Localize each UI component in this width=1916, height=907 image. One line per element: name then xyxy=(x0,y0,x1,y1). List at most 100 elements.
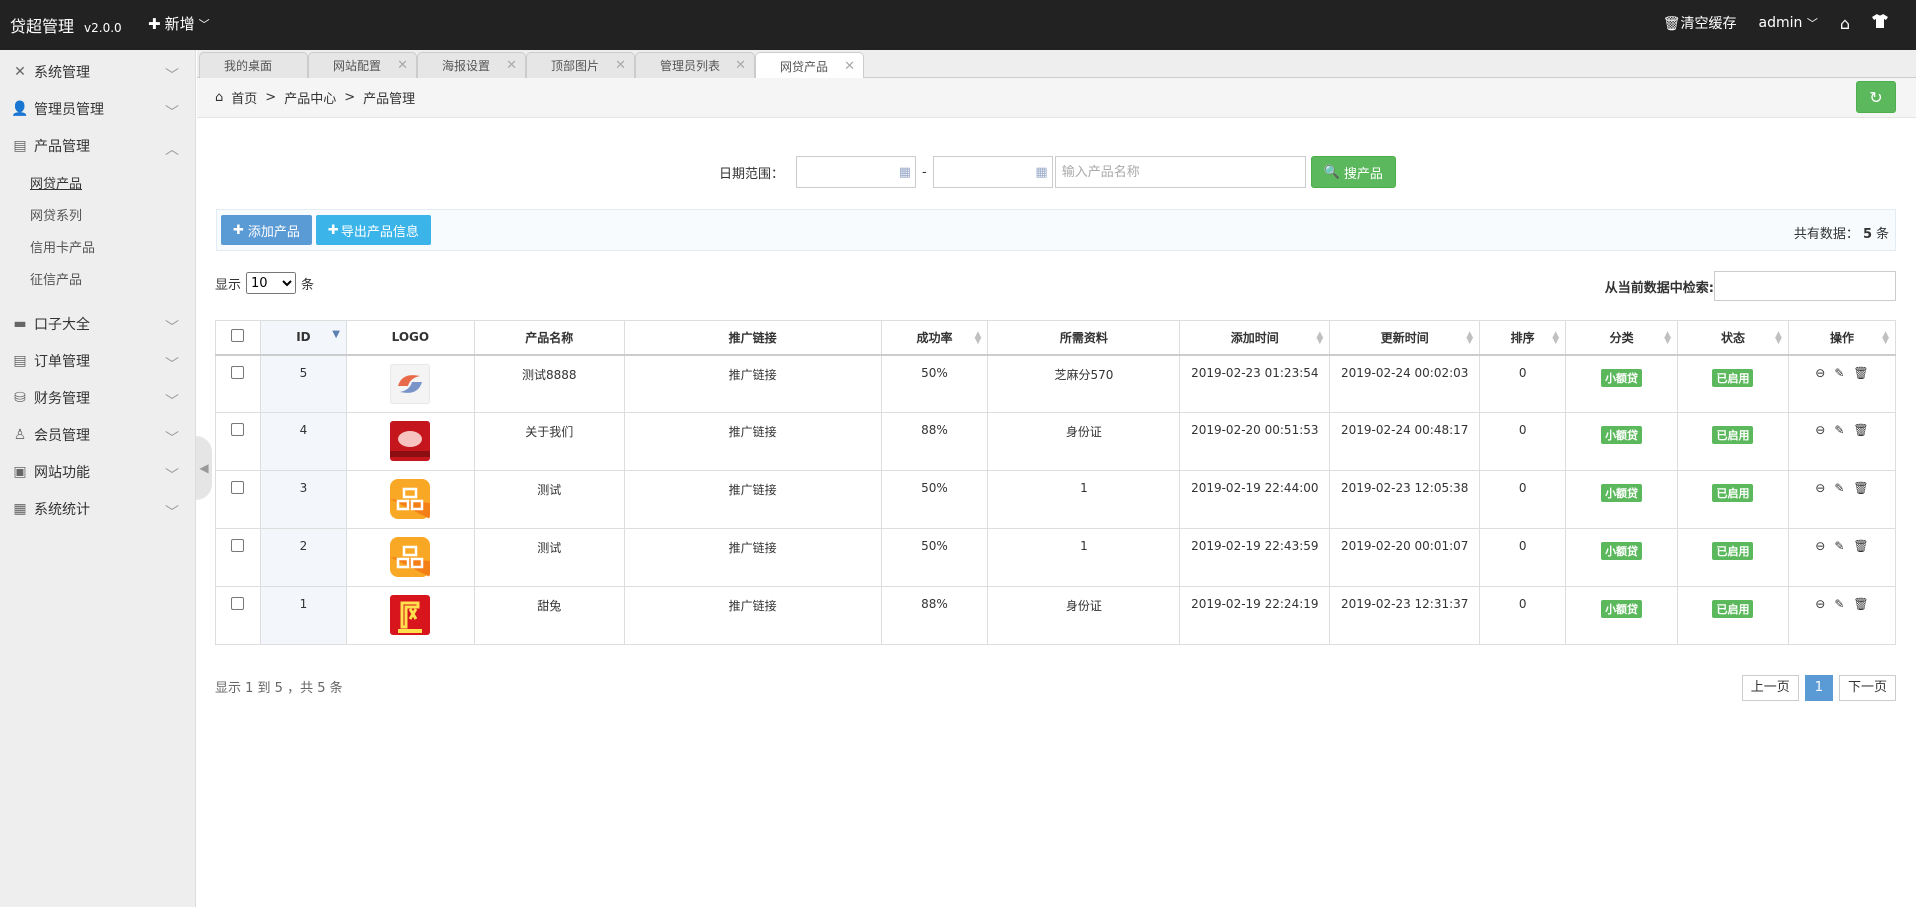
column-header-status[interactable]: 状态 ▲ ▼ xyxy=(1677,320,1789,356)
next-page-button[interactable]: 下一页 xyxy=(1838,675,1896,701)
row-checkbox[interactable] xyxy=(231,481,245,494)
submenu-item-loan-series[interactable]: 网贷系列 xyxy=(0,201,195,233)
close-icon[interactable]: ✕ xyxy=(735,58,746,73)
disable-icon[interactable]: ⊖ xyxy=(1815,597,1825,611)
column-header-id[interactable]: ID ▼ xyxy=(259,320,347,356)
order-icon: ▤ xyxy=(13,352,27,369)
disable-icon[interactable]: ⊖ xyxy=(1815,481,1825,495)
tab-online-loans[interactable]: 网贷产品 ✕ xyxy=(755,52,864,79)
status-badge[interactable]: 已启用 xyxy=(1712,600,1754,618)
table-row[interactable]: 2 测试 推广链接 50% 1 2019-02-19 22:43:59 2019-02-20… xyxy=(215,528,1897,587)
table-row[interactable]: 5 测试8888 推广链接 50% 芝麻分570 2019-02-23 01:23:54 2… xyxy=(215,354,1897,413)
column-header-added[interactable]: 添加时间 ▲ ▼ xyxy=(1179,320,1331,356)
cell-name: 测试8888 xyxy=(473,354,625,413)
cell-link[interactable]: 推广链接 xyxy=(623,528,882,587)
tab-admin-list[interactable]: 管理员列表 ✕ xyxy=(635,52,755,78)
status-badge[interactable]: 已启用 xyxy=(1712,484,1754,502)
cell-id: 4 xyxy=(259,412,347,471)
row-checkbox[interactable] xyxy=(231,423,245,436)
search-product-button[interactable]: 🔍 搜产品 xyxy=(1310,156,1396,188)
prev-page-button[interactable]: 上一页 xyxy=(1741,675,1799,701)
row-checkbox[interactable] xyxy=(231,597,245,610)
cell-link[interactable]: 推广链接 xyxy=(623,354,882,413)
new-menu-button[interactable]: ✚ 新增 ﹀ xyxy=(148,13,210,34)
close-icon[interactable]: ✕ xyxy=(615,58,626,73)
sidebar-item-finance[interactable]: ⛁ 财务管理 ﹀ xyxy=(0,379,195,416)
table-row[interactable]: 3 测试 推广链接 50% 1 2019-02-19 22:44:00 2019-02-23… xyxy=(215,470,1897,529)
status-badge[interactable]: 已启用 xyxy=(1712,368,1754,387)
row-checkbox[interactable] xyxy=(231,365,245,379)
table-row[interactable]: 1 甜兔 推广链接 88% 身份证 2019-02-19 22:24:19 2019-02-… xyxy=(215,586,1897,645)
column-header-updated[interactable]: 更新时间 ▲ ▼ xyxy=(1329,320,1481,356)
table-row[interactable]: 4 关于我们 推广链接 88% 身份证 2019-02-20 00:51:53 2019-0… xyxy=(215,412,1897,471)
submenu-item-credit-report[interactable]: 征信产品 xyxy=(0,265,195,297)
close-icon[interactable]: ✕ xyxy=(506,58,517,73)
close-icon[interactable]: ✕ xyxy=(397,58,408,73)
sidebar-item-stats[interactable]: ▦ 系统统计 ﹀ xyxy=(0,490,195,527)
clear-cache-button[interactable]: 🗑清空缓存 xyxy=(1663,13,1737,33)
submenu-item-credit-card[interactable]: 信用卡产品 xyxy=(0,233,195,265)
home-icon[interactable]: ⌂ xyxy=(1840,14,1850,33)
sidebar-item-site[interactable]: ▣ 网站功能 ﹀ xyxy=(0,453,195,490)
delete-icon[interactable]: 🗑 xyxy=(1853,597,1868,611)
cell-actions: ⊖ ✎ 🗑 xyxy=(1787,470,1897,529)
disable-icon[interactable]: ⊖ xyxy=(1815,423,1825,437)
tab-poster[interactable]: 海报设置 ✕ xyxy=(417,52,526,78)
cell-link[interactable]: 推广链接 xyxy=(623,470,882,529)
sidebar-collapse-handle[interactable]: ◀ xyxy=(196,436,212,500)
edit-icon[interactable]: ✎ xyxy=(1834,481,1844,495)
table-filter: 从当前数据中检索: xyxy=(1605,271,1896,301)
status-badge[interactable]: 已启用 xyxy=(1712,542,1754,560)
sidebar-item-members[interactable]: ♙ 会员管理 ﹀ xyxy=(0,416,195,453)
edit-icon[interactable]: ✎ xyxy=(1834,423,1844,437)
close-icon[interactable]: ✕ xyxy=(844,59,855,74)
column-header-rate[interactable]: 成功率 ▲ ▼ xyxy=(880,320,989,356)
delete-icon[interactable]: 🗑 xyxy=(1853,539,1868,553)
delete-icon[interactable]: 🗑 xyxy=(1853,481,1868,495)
edit-icon[interactable]: ✎ xyxy=(1834,597,1844,611)
submenu-item-online-loans[interactable]: 网贷产品 xyxy=(0,169,195,201)
page-length-select[interactable]: 10 xyxy=(246,272,297,294)
user-menu[interactable]: admin ﹀ xyxy=(1759,15,1818,31)
edit-icon[interactable]: ✎ xyxy=(1834,366,1844,380)
sidebar-item-system[interactable]: ✕ 系统管理 ﹀ xyxy=(0,53,195,90)
column-header-category[interactable]: 分类 ▲ ▼ xyxy=(1565,320,1679,356)
cell-docs: 芝麻分570 xyxy=(987,354,1181,413)
cell-link[interactable]: 推广链接 xyxy=(623,412,882,471)
disable-icon[interactable]: ⊖ xyxy=(1815,366,1825,380)
status-badge[interactable]: 已启用 xyxy=(1712,426,1754,444)
sidebar-item-orders[interactable]: ▤ 订单管理 ﹀ xyxy=(0,342,195,379)
cell-status: 已启用 xyxy=(1677,528,1789,587)
export-product-button[interactable]: ✚ 导出产品信息 xyxy=(315,215,431,245)
delete-icon[interactable]: 🗑 xyxy=(1853,423,1868,437)
brand[interactable]: 贷超管理 v2.0.0 xyxy=(10,13,122,37)
sidebar-item-koubao[interactable]: ▬ 口子大全 ﹀ xyxy=(0,305,195,342)
shirt-icon[interactable] xyxy=(1872,14,1888,32)
table-info: 显示 1 到 5 ，共 5 条 xyxy=(215,681,343,696)
breadcrumb-separator: > xyxy=(344,90,356,105)
tab-top-image[interactable]: 顶部图片 ✕ xyxy=(526,52,635,78)
breadcrumb-home[interactable]: 首页 xyxy=(231,88,257,107)
breadcrumb-level1[interactable]: 产品中心 xyxy=(284,88,336,107)
add-product-button[interactable]: ✚ 添加产品 xyxy=(221,215,312,245)
cell-link[interactable]: 推广链接 xyxy=(623,586,882,645)
sidebar-item-products[interactable]: ▤ 产品管理 ︿ xyxy=(0,127,195,164)
filter-input[interactable] xyxy=(1714,271,1896,301)
tab-site-config[interactable]: 网站配置 ✕ xyxy=(308,52,417,78)
refresh-button[interactable]: ↻ xyxy=(1856,81,1896,113)
date-start-input[interactable]: ▦ xyxy=(796,156,917,188)
edit-icon[interactable]: ✎ xyxy=(1834,539,1844,553)
disable-icon[interactable]: ⊖ xyxy=(1815,539,1825,553)
tab-desktop[interactable]: 我的桌面 xyxy=(199,52,308,78)
column-header-order[interactable]: 排序 ▲ ▼ xyxy=(1479,320,1567,356)
refresh-icon: ↻ xyxy=(1869,87,1883,107)
date-end-input[interactable]: ▦ xyxy=(932,156,1053,188)
product-name-input[interactable] xyxy=(1054,156,1306,188)
page-button[interactable]: 1 xyxy=(1804,675,1833,701)
row-checkbox[interactable] xyxy=(231,539,245,552)
cell-added: 2019-02-23 01:23:54 xyxy=(1179,354,1331,413)
sidebar-item-admins[interactable]: 👤 管理员管理 ﹀ xyxy=(0,90,195,127)
select-all-checkbox[interactable] xyxy=(231,329,245,343)
delete-icon[interactable]: 🗑 xyxy=(1853,366,1868,380)
column-header-actions[interactable]: 操作 ▲ ▼ xyxy=(1787,320,1897,356)
